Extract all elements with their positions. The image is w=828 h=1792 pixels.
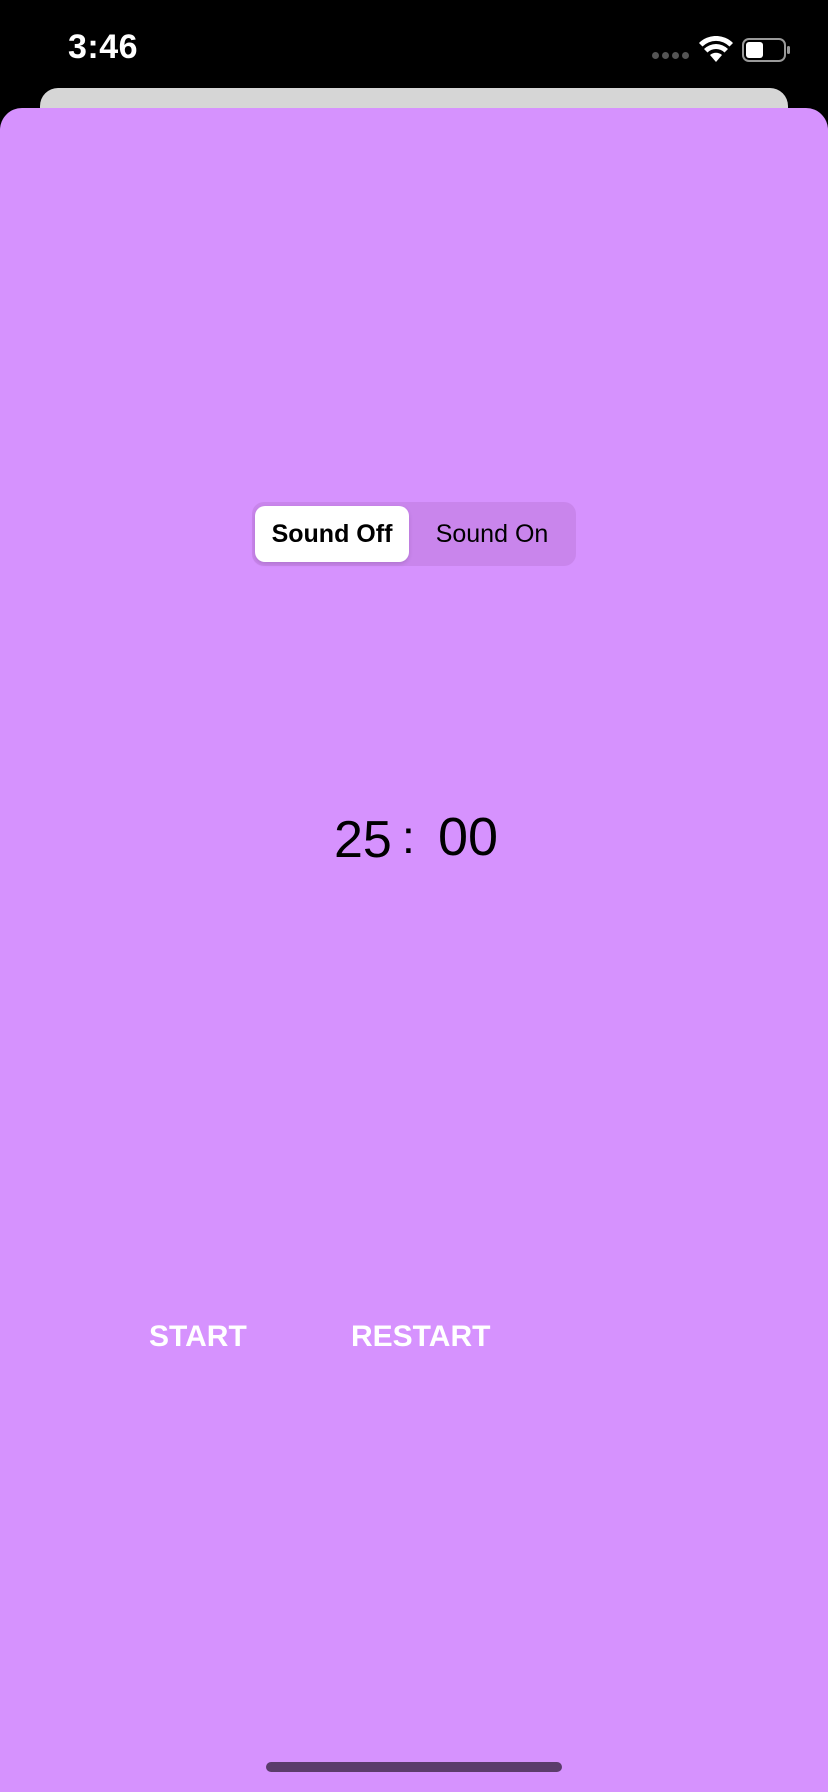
sound-on-segment[interactable]: Sound On <box>412 506 572 562</box>
battery-icon <box>742 38 790 62</box>
status-time: 3:46 <box>68 28 139 66</box>
status-bar: 3:46 <box>0 0 828 100</box>
restart-button[interactable]: RESTART <box>351 1320 490 1354</box>
timer-separator: : <box>402 811 415 863</box>
home-indicator[interactable] <box>266 1762 562 1772</box>
sound-off-segment[interactable]: Sound Off <box>255 506 409 562</box>
timer-minutes: 25 <box>334 811 392 869</box>
wifi-icon <box>699 36 733 62</box>
timer-sheet <box>0 108 828 1792</box>
sound-segmented-control[interactable]: Sound Off Sound On <box>252 502 576 566</box>
timer-seconds: 00 <box>438 807 499 867</box>
cellular-signal-icon <box>652 52 689 59</box>
start-button[interactable]: START <box>149 1320 247 1354</box>
